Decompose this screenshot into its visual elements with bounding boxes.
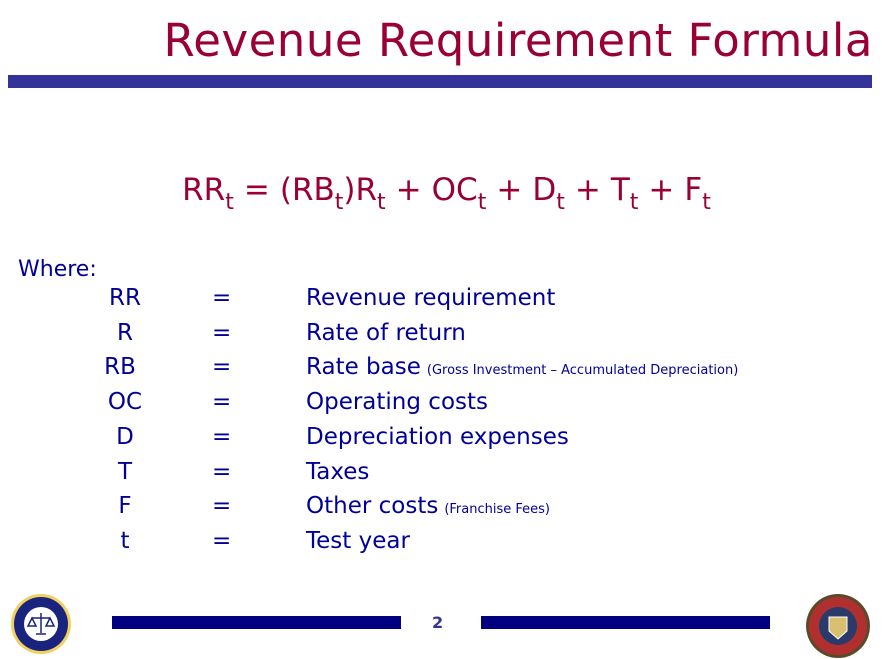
definition-note: (Franchise Fees) bbox=[444, 502, 550, 518]
equals-sign: = bbox=[212, 389, 232, 416]
state-of-colorado-seal-logo bbox=[806, 594, 870, 658]
formula-subscript: t bbox=[629, 190, 639, 215]
definition-label: Rate base bbox=[306, 354, 421, 381]
definition-text: Rate of return bbox=[306, 320, 466, 346]
definition-text: Revenue requirement bbox=[306, 285, 555, 311]
definition-symbol: t bbox=[120, 527, 130, 554]
formula-term: T bbox=[610, 172, 630, 208]
formula-operator: + bbox=[648, 172, 675, 208]
definition-label: Test year bbox=[306, 527, 410, 554]
definition-label: Taxes bbox=[306, 458, 370, 485]
formula-subscript: t bbox=[477, 190, 487, 215]
formula: RRt = (RBt)Rt + OCt + Dt + Tt + Ft bbox=[0, 172, 893, 214]
formula-operator: + bbox=[574, 172, 601, 208]
definition-row: R = Rate of return bbox=[0, 320, 893, 350]
definition-label: Other costs bbox=[306, 493, 439, 520]
equals-sign: = bbox=[212, 319, 232, 346]
definition-label: Operating costs bbox=[306, 389, 489, 416]
formula-operator: = bbox=[243, 172, 270, 208]
where-label: Where: bbox=[18, 257, 97, 282]
formula-operator: + bbox=[496, 172, 523, 208]
title-underline-bar bbox=[8, 75, 872, 88]
definition-symbol: OC bbox=[107, 389, 143, 416]
definition-text: Rate base (Gross Investment – Accumulated… bbox=[306, 354, 738, 380]
formula-term: D bbox=[532, 172, 557, 208]
definition-row: RR = Revenue requirement bbox=[0, 285, 893, 315]
equals-sign: = bbox=[212, 458, 232, 485]
definition-text: Other costs (Franchise Fees) bbox=[306, 493, 550, 519]
equals-sign: = bbox=[212, 423, 232, 450]
footer-bar-left bbox=[112, 616, 401, 629]
definition-symbol: T bbox=[117, 458, 133, 485]
definition-row: F = Other costs (Franchise Fees) bbox=[0, 493, 893, 523]
definition-note: (Gross Investment – Accumulated Deprecia… bbox=[426, 363, 739, 379]
definition-symbol: F bbox=[118, 493, 132, 520]
definition-symbol: R bbox=[117, 319, 133, 346]
definition-text: Taxes bbox=[306, 459, 369, 485]
equals-sign: = bbox=[212, 493, 232, 520]
page-number: 2 bbox=[432, 613, 444, 632]
definition-row: T = Taxes bbox=[0, 459, 893, 489]
definition-label: Depreciation expenses bbox=[306, 423, 569, 450]
formula-operator: + bbox=[395, 172, 422, 208]
definition-symbol: RR bbox=[109, 285, 141, 311]
formula-term: )R bbox=[343, 172, 378, 208]
definition-row: t = Test year bbox=[0, 528, 893, 558]
definition-text: Test year bbox=[306, 528, 410, 554]
definition-row: D = Depreciation expenses bbox=[0, 424, 893, 454]
definition-row: RB = Rate base (Gross Investment – Accumu… bbox=[0, 354, 893, 384]
regulatory-seal-logo bbox=[11, 594, 71, 654]
formula-term: OC bbox=[431, 172, 478, 208]
equals-sign: = bbox=[212, 285, 232, 311]
definition-symbol: D bbox=[116, 423, 134, 450]
definition-symbol: RB bbox=[104, 354, 136, 381]
equals-sign: = bbox=[212, 354, 232, 381]
formula-term: RR bbox=[182, 172, 226, 208]
slide-title: Revenue Requirement Formula bbox=[163, 14, 873, 67]
formula-subscript: t bbox=[702, 190, 711, 215]
equals-sign: = bbox=[212, 527, 232, 554]
definition-label: Revenue requirement bbox=[306, 285, 556, 311]
footer-bar-right bbox=[481, 616, 770, 629]
formula-subscript: t bbox=[377, 190, 386, 215]
definition-label: Rate of return bbox=[306, 319, 466, 346]
definition-text: Depreciation expenses bbox=[306, 424, 569, 450]
formula-subscript: t bbox=[225, 190, 234, 215]
formula-term: F bbox=[684, 172, 703, 208]
formula-term: (RB bbox=[279, 172, 335, 208]
definition-text: Operating costs bbox=[306, 389, 488, 415]
definition-row: OC = Operating costs bbox=[0, 389, 893, 419]
formula-subscript: t bbox=[556, 190, 565, 215]
